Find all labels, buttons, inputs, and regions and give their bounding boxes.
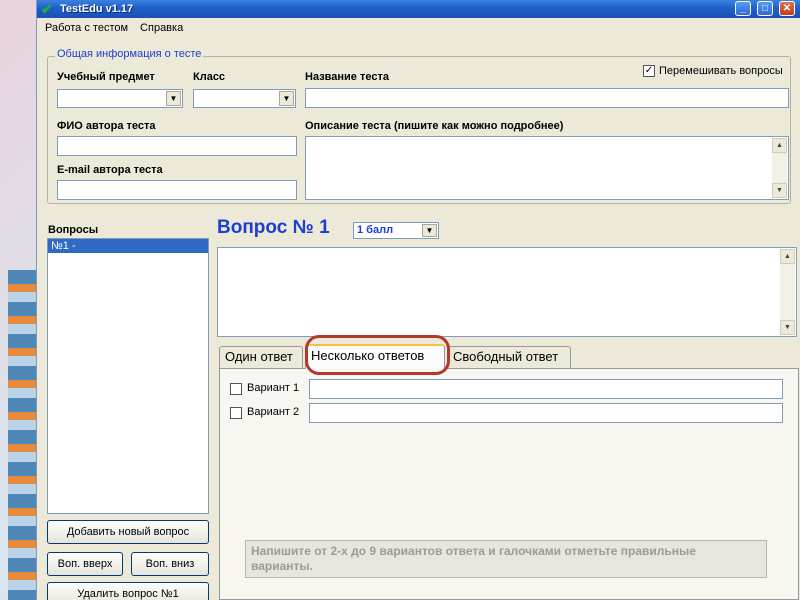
menu-item-help[interactable]: Справка xyxy=(140,22,183,34)
add-question-button[interactable]: Добавить новый вопрос xyxy=(47,520,209,544)
answer-1-checkbox[interactable] xyxy=(230,383,242,395)
class-value xyxy=(194,92,197,104)
maximize-button[interactable]: □ xyxy=(757,1,773,16)
test-name-value xyxy=(306,92,309,104)
description-scrollbar[interactable]: ▲ ▼ xyxy=(772,138,787,198)
question-text-value xyxy=(218,248,796,252)
author-input[interactable] xyxy=(57,136,297,156)
test-name-input[interactable] xyxy=(305,88,789,108)
title-bar[interactable]: ✔ TestEdu v1.17 _ □ ✕ xyxy=(37,0,800,18)
question-scrollbar[interactable]: ▲ ▼ xyxy=(780,249,795,335)
annotation-highlight xyxy=(305,335,450,375)
close-button[interactable]: ✕ xyxy=(779,1,795,16)
questions-label: Вопросы xyxy=(48,224,99,236)
tab-single-answer[interactable]: Один ответ xyxy=(219,346,303,368)
email-label: E-mail автора теста xyxy=(57,164,163,176)
subject-label: Учебный предмет xyxy=(57,71,155,83)
description-value xyxy=(306,137,788,141)
app-window: ✔ TestEdu v1.17 _ □ ✕ Работа с тестом Сп… xyxy=(36,0,800,600)
answer-1-value xyxy=(310,383,313,395)
subject-combobox[interactable]: ▼ xyxy=(57,89,183,108)
scroll-up-icon[interactable]: ▲ xyxy=(780,249,795,264)
move-down-button[interactable]: Воп. вниз xyxy=(131,552,209,576)
answer-1-label: Вариант 1 xyxy=(247,382,300,394)
list-item[interactable]: №1 - xyxy=(48,239,208,253)
checkmark-icon: ✔ xyxy=(41,1,53,17)
answer-1-input[interactable] xyxy=(309,379,783,399)
email-value xyxy=(58,184,61,196)
author-label: ФИО автора теста xyxy=(57,120,156,132)
answer-2-label: Вариант 2 xyxy=(247,406,300,418)
answer-2-input[interactable] xyxy=(309,403,783,423)
scroll-down-icon[interactable]: ▼ xyxy=(780,320,795,335)
wallpaper-pencil xyxy=(8,270,38,600)
question-textarea[interactable]: ▲ ▼ xyxy=(217,247,797,337)
scroll-down-icon[interactable]: ▼ xyxy=(772,183,787,198)
minimize-button[interactable]: _ xyxy=(735,1,751,16)
email-input[interactable] xyxy=(57,180,297,200)
question-title: Вопрос № 1 xyxy=(217,217,330,238)
description-textarea[interactable]: ▲ ▼ xyxy=(305,136,789,200)
author-value xyxy=(58,140,61,152)
answer-2-value xyxy=(310,407,313,419)
questions-list[interactable]: №1 - xyxy=(47,238,209,514)
points-value: 1 балл xyxy=(357,224,394,236)
tab-free-answer[interactable]: Свободный ответ xyxy=(447,346,571,368)
scroll-track xyxy=(772,153,787,183)
window-title: TestEdu v1.17 xyxy=(60,3,134,15)
class-label: Класс xyxy=(193,71,226,83)
scroll-up-icon[interactable]: ▲ xyxy=(772,138,787,153)
shuffle-label: Перемешивать вопросы xyxy=(659,65,783,77)
window-controls: _ □ ✕ xyxy=(735,1,795,16)
scroll-track xyxy=(780,264,795,320)
general-info-legend: Общая информация о тесте xyxy=(55,48,204,60)
delete-question-button[interactable]: Удалить вопрос №1 xyxy=(47,582,209,600)
menu-item-test[interactable]: Работа с тестом xyxy=(45,22,128,34)
description-label: Описание теста (пишите как можно подробн… xyxy=(305,120,564,132)
answer-2-checkbox[interactable] xyxy=(230,407,242,419)
move-up-button[interactable]: Воп. вверх xyxy=(47,552,123,576)
shuffle-checkbox[interactable]: ✓ xyxy=(643,65,655,77)
chevron-down-icon[interactable]: ▼ xyxy=(422,224,437,237)
menu-bar: Работа с тестом Справка xyxy=(37,18,800,38)
hint-box: Напишите от 2-х до 9 вариантов ответа и … xyxy=(245,540,767,578)
points-combobox[interactable]: 1 балл ▼ xyxy=(353,222,439,239)
subject-value xyxy=(58,92,61,104)
class-combobox[interactable]: ▼ xyxy=(193,89,296,108)
chevron-down-icon[interactable]: ▼ xyxy=(279,91,294,106)
chevron-down-icon[interactable]: ▼ xyxy=(166,91,181,106)
test-name-label: Название теста xyxy=(305,71,389,83)
